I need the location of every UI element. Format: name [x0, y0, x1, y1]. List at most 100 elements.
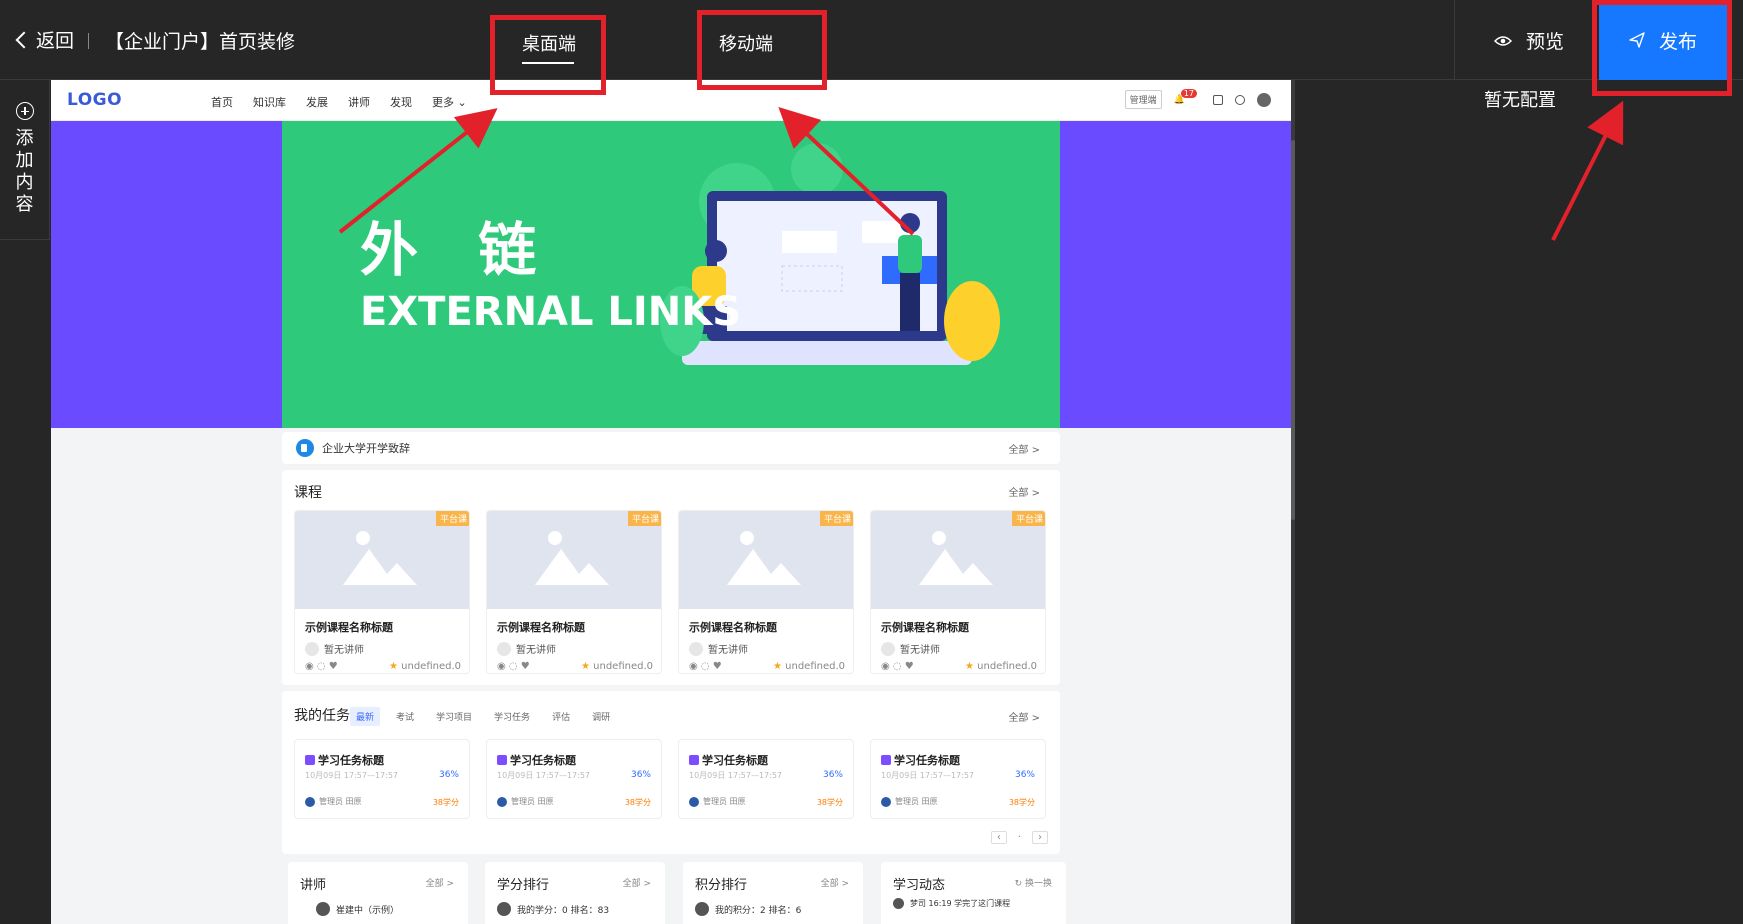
notice-text: 企业大学开学致辞: [322, 442, 410, 455]
course-card[interactable]: 平台课 示例课程名称标题 暂无讲师 ◉ ◌ ♥ ★ undefined.0: [870, 510, 1046, 674]
avatar: [695, 902, 709, 916]
refresh-link[interactable]: ↻ 换一换: [1015, 876, 1052, 889]
course-teacher: 暂无讲师: [881, 641, 940, 656]
task-icon: [497, 755, 507, 765]
learning-activity-card: 学习动态 ↻ 换一换 梦司 16:19 学完了这门课程: [881, 862, 1066, 924]
nav-item[interactable]: 发展: [306, 94, 328, 110]
task-card[interactable]: 学习任务标题 10月09日 17:57—17:57 36% 管理员 田原 38学…: [678, 739, 854, 819]
task-tab[interactable]: 最新: [350, 707, 381, 726]
card-row: 我的学分：0 排名：83: [497, 902, 609, 916]
nav-item[interactable]: 发现: [390, 94, 412, 110]
course-title: 示例课程名称标题: [689, 621, 777, 634]
task-title-text: 学习任务标题: [318, 754, 384, 767]
course-tag: 平台课: [819, 511, 853, 526]
notice-bar[interactable]: 企业大学开学致辞 全部 >: [282, 432, 1060, 464]
banner[interactable]: 外 链 EXTERNAL LINKS: [282, 121, 1060, 428]
manage-button[interactable]: 管理端: [1124, 90, 1162, 109]
tasks-more-link[interactable]: 全部 >: [1008, 709, 1040, 724]
view-comment-like-icons: ◉ ◌ ♥: [689, 661, 722, 672]
bell-icon[interactable]: 🔔17: [1174, 88, 1201, 105]
teacher-name: 暂无讲师: [516, 645, 556, 656]
owner-name: 管理员 田原: [319, 797, 362, 806]
card-title: 积分排行: [695, 878, 748, 893]
task-title: 学习任务标题: [497, 752, 576, 768]
owner-name: 管理员 田原: [511, 797, 554, 806]
canvas-scrollbar[interactable]: [1291, 80, 1295, 924]
notice-more-link[interactable]: 全部 >: [1008, 441, 1040, 456]
task-owner: 管理员 田原: [689, 796, 746, 807]
refresh-icon: ↻: [1014, 879, 1023, 889]
portal-logo: LOGO: [67, 90, 123, 110]
owner-name: 管理员 田原: [703, 797, 746, 806]
annotation-box-desktop-tab: [490, 15, 606, 95]
course-tag: 平台课: [1011, 511, 1045, 526]
divider: [88, 33, 89, 49]
task-progress: 36%: [1014, 770, 1035, 780]
task-tab[interactable]: 调研: [586, 707, 616, 726]
task-tab[interactable]: 考试: [390, 707, 420, 726]
card-title: 讲师: [300, 878, 327, 893]
preview-label: 预览: [1526, 31, 1565, 53]
task-owner: 管理员 田原: [881, 796, 938, 807]
star-icon: ★: [580, 661, 590, 672]
star-icon: ★: [388, 661, 398, 672]
task-icon: [305, 755, 315, 765]
course-title: 示例课程名称标题: [497, 621, 585, 634]
course-card[interactable]: 平台课 示例课程名称标题 暂无讲师 ◉ ◌ ♥ ★ undefined.0: [294, 510, 470, 674]
credit-ranking-card: 学分排行 全部 > 我的学分：0 排名：83: [485, 862, 665, 924]
nav-item[interactable]: 首页: [211, 94, 233, 110]
avatar: [497, 902, 511, 916]
avatar: [497, 641, 511, 656]
course-meta: ◉ ◌ ♥ ★ undefined.0: [305, 661, 461, 672]
avatar[interactable]: [1257, 92, 1271, 107]
card-more-link[interactable]: 全部 >: [821, 876, 849, 889]
notification-badge: 17: [1180, 88, 1197, 98]
portal-nav-right: 管理端 🔔17: [1124, 88, 1271, 109]
preview-button[interactable]: 预览: [1494, 27, 1564, 54]
next-page-button[interactable]: ›: [1032, 831, 1048, 844]
prev-page-button[interactable]: ‹: [990, 831, 1007, 844]
course-meta: ◉ ◌ ♥ ★ undefined.0: [689, 661, 845, 672]
task-card[interactable]: 学习任务标题 10月09日 17:57—17:57 36% 管理员 田原 38学…: [294, 739, 470, 819]
course-teacher: 暂无讲师: [497, 641, 556, 656]
scrollbar-thumb[interactable]: [1291, 140, 1295, 520]
add-content-button[interactable]: 添加内容: [0, 80, 50, 240]
star-icon: ★: [772, 661, 782, 672]
card-more-link[interactable]: 全部 >: [623, 876, 651, 889]
course-meta: ◉ ◌ ♥ ★ undefined.0: [881, 661, 1037, 672]
nav-item[interactable]: 讲师: [348, 94, 370, 110]
top-bar: 返回 【企业门户】首页装修 桌面端 移动端 预览 发布: [0, 0, 1743, 80]
course-card[interactable]: 平台课 示例课程名称标题 暂无讲师 ◉ ◌ ♥ ★ undefined.0: [486, 510, 662, 674]
task-progress: 36%: [630, 770, 651, 780]
courses-section: 课程 全部 > 平台课 示例课程名称标题 暂无讲师 ◉ ◌ ♥ ★ undefin…: [282, 470, 1060, 685]
course-card[interactable]: 平台课 示例课程名称标题 暂无讲师 ◉ ◌ ♥ ★ undefined.0: [678, 510, 854, 674]
task-tab[interactable]: 学习任务: [488, 707, 536, 726]
refresh-label: 换一换: [1024, 879, 1052, 889]
task-date: 10月09日 17:57—17:57: [689, 771, 783, 780]
row-text: 我的学分：0 排名：83: [517, 905, 610, 916]
nav-item-more[interactable]: 更多 ⌄: [432, 94, 467, 110]
task-tab[interactable]: 评估: [546, 707, 576, 726]
teacher-name: 暂无讲师: [900, 645, 940, 656]
task-tab[interactable]: 学习项目: [430, 707, 478, 726]
task-score: 38学分: [816, 798, 843, 807]
owner-name: 管理员 田原: [895, 797, 938, 806]
task-progress: 36%: [822, 770, 843, 780]
task-card[interactable]: 学习任务标题 10月09日 17:57—17:57 36% 管理员 田原 38学…: [870, 739, 1046, 819]
card-more-link[interactable]: 全部 >: [426, 876, 454, 889]
avatar: [893, 898, 904, 909]
courses-more-link[interactable]: 全部 >: [1008, 484, 1040, 499]
annotation-box-publish: [1592, 0, 1732, 96]
avatar: [689, 641, 703, 656]
task-title: 学习任务标题: [881, 752, 960, 768]
task-date: 10月09日 17:57—17:57: [497, 771, 591, 780]
task-card[interactable]: 学习任务标题 10月09日 17:57—17:57 36% 管理员 田原 38学…: [486, 739, 662, 819]
banner-title-cn: 外 链: [360, 216, 557, 284]
download-icon[interactable]: [1213, 94, 1223, 105]
annotation-arrow: [1551, 100, 1624, 241]
headset-icon[interactable]: [1235, 94, 1245, 105]
back-button[interactable]: 返回: [15, 26, 74, 53]
task-progress: 36%: [438, 770, 459, 780]
nav-item[interactable]: 知识库: [253, 94, 286, 110]
task-title: 学习任务标题: [305, 752, 384, 768]
